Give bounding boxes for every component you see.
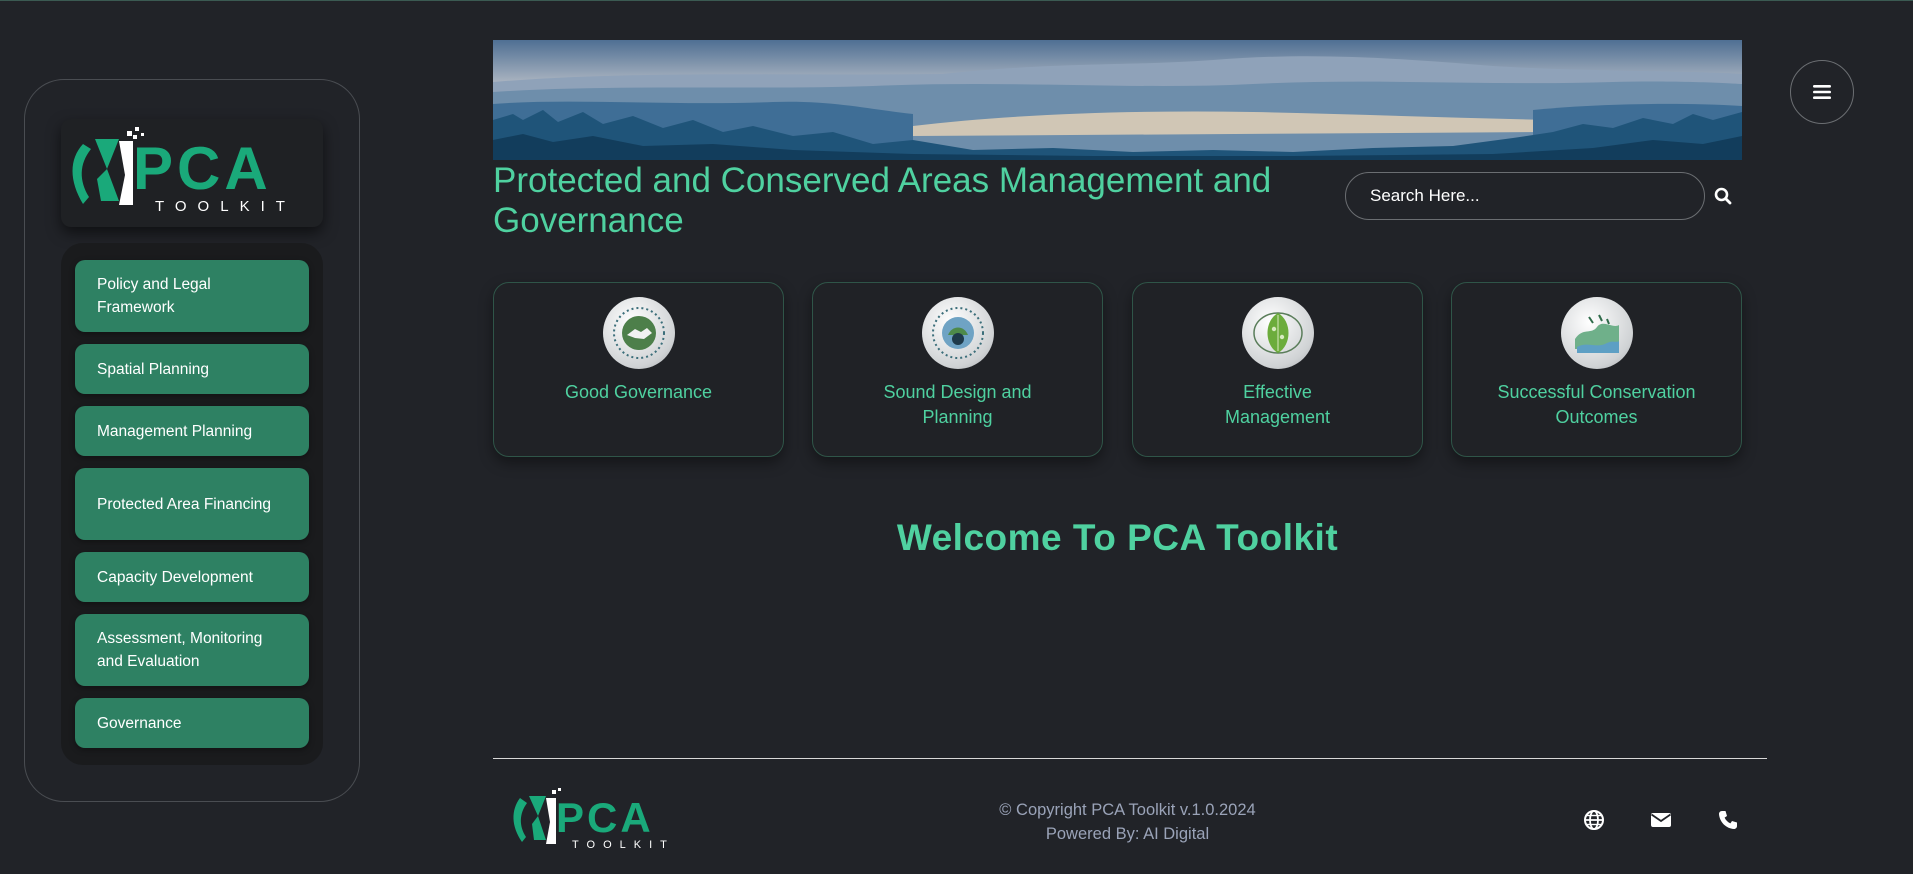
footer-logo-sub: TOOLKIT	[572, 839, 675, 850]
sidebar-logo[interactable]: PCA TOOLKIT	[61, 119, 323, 227]
sidebar-item-label: Capacity Development	[97, 568, 253, 586]
globe-icon[interactable]	[1583, 809, 1605, 831]
sidebar-item-management-planning[interactable]: Management Planning	[75, 406, 309, 456]
footer-divider	[493, 758, 1767, 759]
welcome-heading: Welcome To PCA Toolkit	[896, 517, 1339, 558]
sidebar-item-assessment[interactable]: Assessment, Monitoring and Evaluation	[75, 614, 309, 686]
hamburger-icon	[1813, 85, 1831, 99]
card-effective-management[interactable]: Effective Management	[1132, 282, 1423, 457]
footer-logo[interactable]: PCA TOOLKIT	[510, 786, 690, 851]
card-label: Good Governance	[564, 382, 713, 402]
card-label: Successful Conservation Outcomes	[1497, 382, 1696, 427]
sidebar-item-governance[interactable]: Governance	[75, 698, 309, 748]
sidebar-item-label: Governance	[97, 714, 182, 732]
pca-logo-icon: PCA TOOLKIT	[72, 127, 296, 215]
sidebar-item-capacity-development[interactable]: Capacity Development	[75, 552, 309, 602]
sidebar-item-label: Protected Area Financing	[97, 495, 272, 513]
copyright-text: © Copyright PCA Toolkit v.1.0.2024	[999, 801, 1256, 819]
design-planning-emblem-icon	[922, 297, 994, 369]
logo-sub-text: TOOLKIT	[155, 198, 296, 215]
leaf-globe-emblem-icon	[1242, 297, 1314, 369]
card-successful-conservation[interactable]: Successful Conservation Outcomes	[1451, 282, 1742, 457]
header-banner-image	[493, 40, 1742, 160]
pca-logo-icon: PCA TOOLKIT	[513, 788, 675, 851]
search-icon[interactable]	[1714, 187, 1732, 205]
landscape-emblem-icon	[1561, 297, 1633, 369]
sidebar-item-label: Policy and Legal Framework	[97, 276, 211, 316]
sidebar-item-label: Management Planning	[97, 422, 253, 440]
page-title: Protected and Conserved Areas Management…	[493, 161, 1272, 240]
footer-copyright: © Copyright PCA Toolkit v.1.0.2024 Power…	[900, 798, 1355, 846]
sidebar-item-label: Spatial Planning	[97, 360, 210, 378]
sidebar-nav: Policy and Legal Framework Spatial Plann…	[61, 243, 323, 765]
handshake-emblem-icon	[603, 297, 675, 369]
card-label: Effective Management	[1224, 382, 1331, 427]
powered-by-text[interactable]: Powered By: AI Digital	[900, 822, 1355, 846]
card-good-governance[interactable]: Good Governance	[493, 282, 784, 457]
footer-logo-brand: PCA	[556, 794, 654, 841]
mail-icon[interactable]	[1650, 809, 1672, 831]
search-input[interactable]	[1345, 172, 1705, 220]
sidebar-item-spatial-planning[interactable]: Spatial Planning	[75, 344, 309, 394]
menu-button[interactable]	[1790, 60, 1854, 124]
sidebar-item-policy-legal[interactable]: Policy and Legal Framework	[75, 260, 309, 332]
phone-icon[interactable]	[1717, 809, 1739, 831]
sidebar-item-pa-financing[interactable]: Protected Area Financing	[75, 468, 309, 540]
card-sound-design-planning[interactable]: Sound Design and Planning	[812, 282, 1103, 457]
logo-brand-text: PCA	[133, 135, 272, 202]
card-label: Sound Design and Planning	[883, 382, 1032, 427]
sidebar-item-label: Assessment, Monitoring and Evaluation	[97, 630, 263, 670]
